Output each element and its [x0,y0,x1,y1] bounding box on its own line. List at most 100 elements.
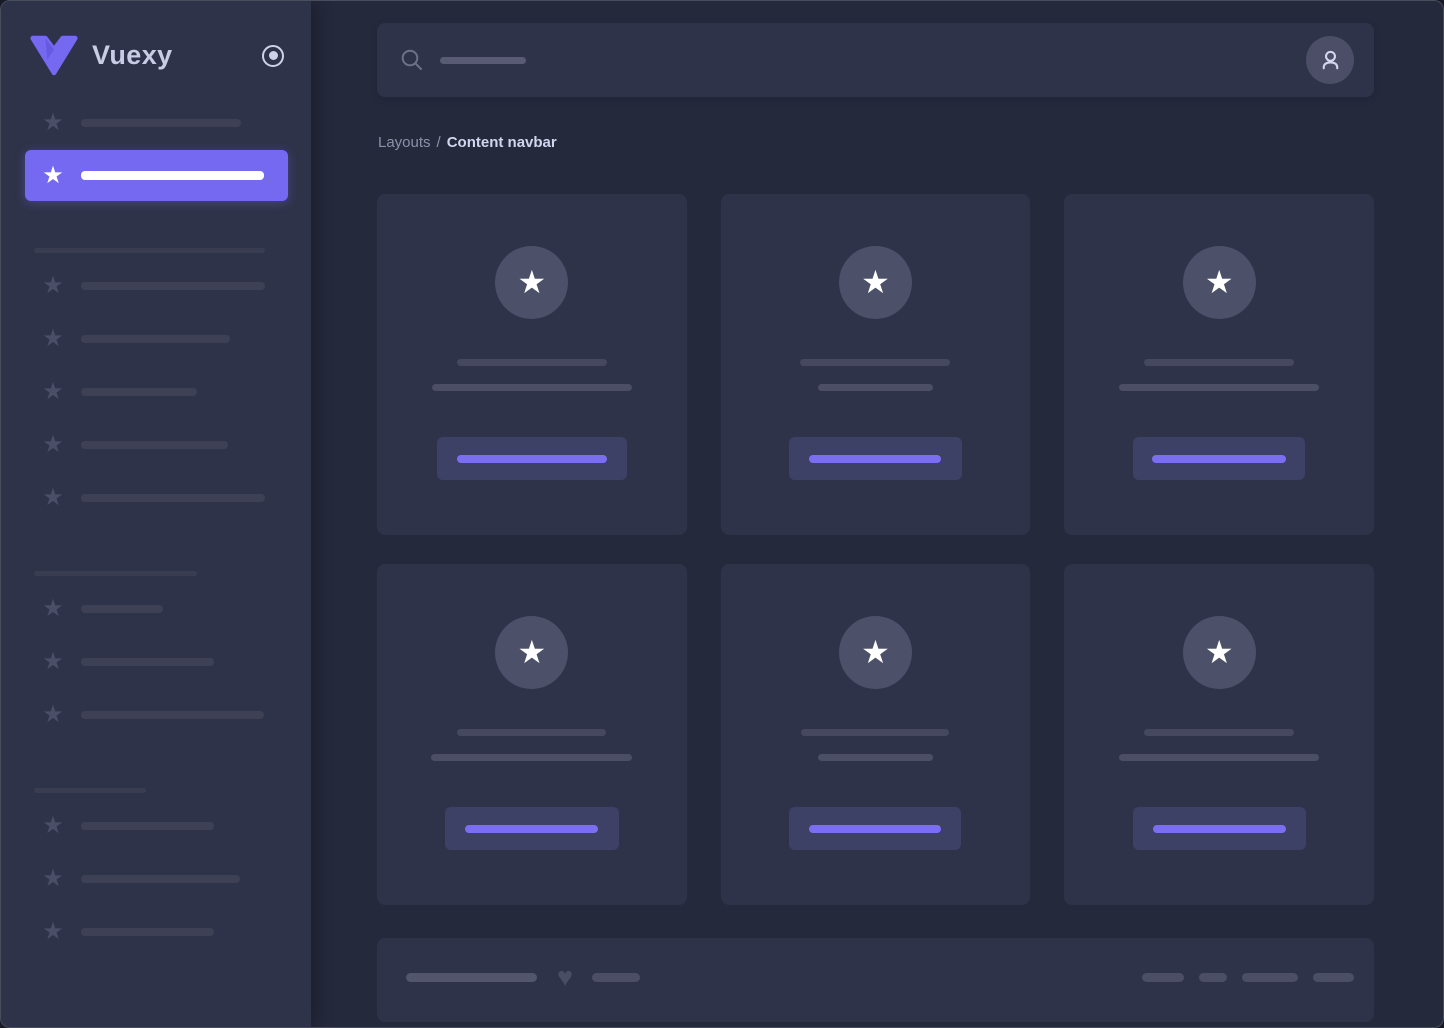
menu-item-label-skeleton [81,711,264,719]
star-icon: ★ [41,597,65,621]
brand-title: Vuexy [92,40,173,71]
card-button-label-skeleton [465,825,598,833]
menu-item-label-skeleton [81,441,228,449]
card-avatar: ★ [495,616,568,689]
card-button-label-skeleton [809,825,941,833]
card: ★ [377,194,687,535]
card-button[interactable] [789,437,962,480]
card: ★ [721,564,1031,905]
card-button[interactable] [437,437,627,480]
breadcrumb-section[interactable]: Layouts [378,134,431,151]
sidebar-section: ★ ★ ★ [25,571,288,741]
app-window: Vuexy ★★★★★★★★★★★★★ L [0,0,1444,1028]
footer-text-skeleton [592,973,640,982]
footer-link-skeleton[interactable] [1313,973,1354,982]
breadcrumb: Layouts / Content navbar [378,134,1374,151]
search-input[interactable] [401,49,1306,71]
menu-item-label-skeleton [81,494,265,502]
card-button-label-skeleton [809,455,941,463]
breadcrumb-separator: / [437,134,441,151]
card-button[interactable] [789,807,961,850]
card-avatar: ★ [839,616,912,689]
card-subtitle-skeleton [818,754,933,761]
card-avatar: ★ [1183,616,1256,689]
menu-item-label-skeleton [81,119,241,127]
sidebar-item[interactable]: ★ [25,688,288,741]
sidebar-item-active[interactable]: ★ [25,150,288,201]
menu-item-label-skeleton [81,875,240,883]
star-icon: ★ [41,814,65,838]
sidebar-item[interactable]: ★ [25,471,288,524]
card-button[interactable] [1133,807,1306,850]
footer-link-skeleton[interactable] [1199,973,1227,982]
sidebar-item[interactable]: ★ [25,852,288,905]
card-subtitle-skeleton [1119,384,1319,391]
menu-pin-dot [269,51,278,60]
card-button[interactable] [1133,437,1305,480]
footer-link-skeleton[interactable] [1242,973,1298,982]
star-icon: ★ [517,266,546,298]
star-icon: ★ [41,111,65,135]
card-subtitle-skeleton [432,384,632,391]
search-icon [401,49,423,71]
menu-item-label-skeleton [81,388,197,396]
sidebar-item[interactable]: ★ [25,418,288,471]
sidebar-item[interactable]: ★ [25,635,288,688]
section-header-skeleton [34,788,146,793]
card: ★ [1064,194,1374,535]
cards-grid: ★ ★ ★ ★ ★ ★ [377,194,1374,905]
star-icon: ★ [517,636,546,668]
sidebar-item[interactable]: ★ [25,582,288,635]
star-icon: ★ [861,266,890,298]
star-icon: ★ [41,486,65,510]
user-avatar[interactable] [1306,36,1354,84]
vuexy-logo-icon [29,34,79,77]
menu-item-label-skeleton [81,335,230,343]
sidebar-section: ★ ★ ★ ★ ★ [25,248,288,524]
menu-item-label-skeleton [81,282,265,290]
card-avatar: ★ [1183,246,1256,319]
star-icon: ★ [41,327,65,351]
card-title-skeleton [1144,729,1294,736]
star-icon: ★ [41,164,65,188]
star-icon: ★ [41,380,65,404]
section-header-skeleton [34,248,265,253]
star-icon: ★ [1205,266,1234,298]
top-navbar [377,23,1374,97]
card-button[interactable] [445,807,619,850]
card-avatar: ★ [839,246,912,319]
card: ★ [1064,564,1374,905]
card-title-skeleton [457,729,606,736]
card-title-skeleton [1144,359,1294,366]
sidebar-item[interactable]: ★ [25,905,288,958]
card: ★ [377,564,687,905]
sidebar-item[interactable]: ★ [25,312,288,365]
menu-item-label-skeleton [81,928,214,936]
sidebar-item[interactable]: ★ [25,365,288,418]
menu-item-label-skeleton [81,658,214,666]
sidebar-item[interactable]: ★ [25,259,288,312]
star-icon: ★ [1205,636,1234,668]
sidebar-item[interactable]: ★ [25,96,288,149]
star-icon: ★ [41,867,65,891]
sidebar-item[interactable]: ★ [25,799,288,852]
star-icon: ★ [861,636,890,668]
person-icon [1317,47,1344,74]
footer-links [1142,973,1354,982]
menu-pin-toggle-icon[interactable] [262,45,284,67]
footer-text-skeleton [406,973,537,982]
menu-item-label-skeleton [81,822,214,830]
section-header-skeleton [34,571,197,576]
sidebar-menu: ★ ★ ★ ★ ★ ★ ★ ★ ★ ★ ★ ★ ★ [1,96,311,978]
star-icon: ★ [41,703,65,727]
sidebar-section: ★ ★ ★ [25,788,288,958]
card-button-label-skeleton [457,455,607,463]
card-title-skeleton [457,359,607,366]
sidebar-header: Vuexy [1,1,311,77]
footer: ♥ [377,938,1374,1022]
star-icon: ★ [41,274,65,298]
card-title-skeleton [800,359,950,366]
star-icon: ★ [41,920,65,944]
footer-link-skeleton[interactable] [1142,973,1184,982]
heart-icon: ♥ [557,964,573,991]
